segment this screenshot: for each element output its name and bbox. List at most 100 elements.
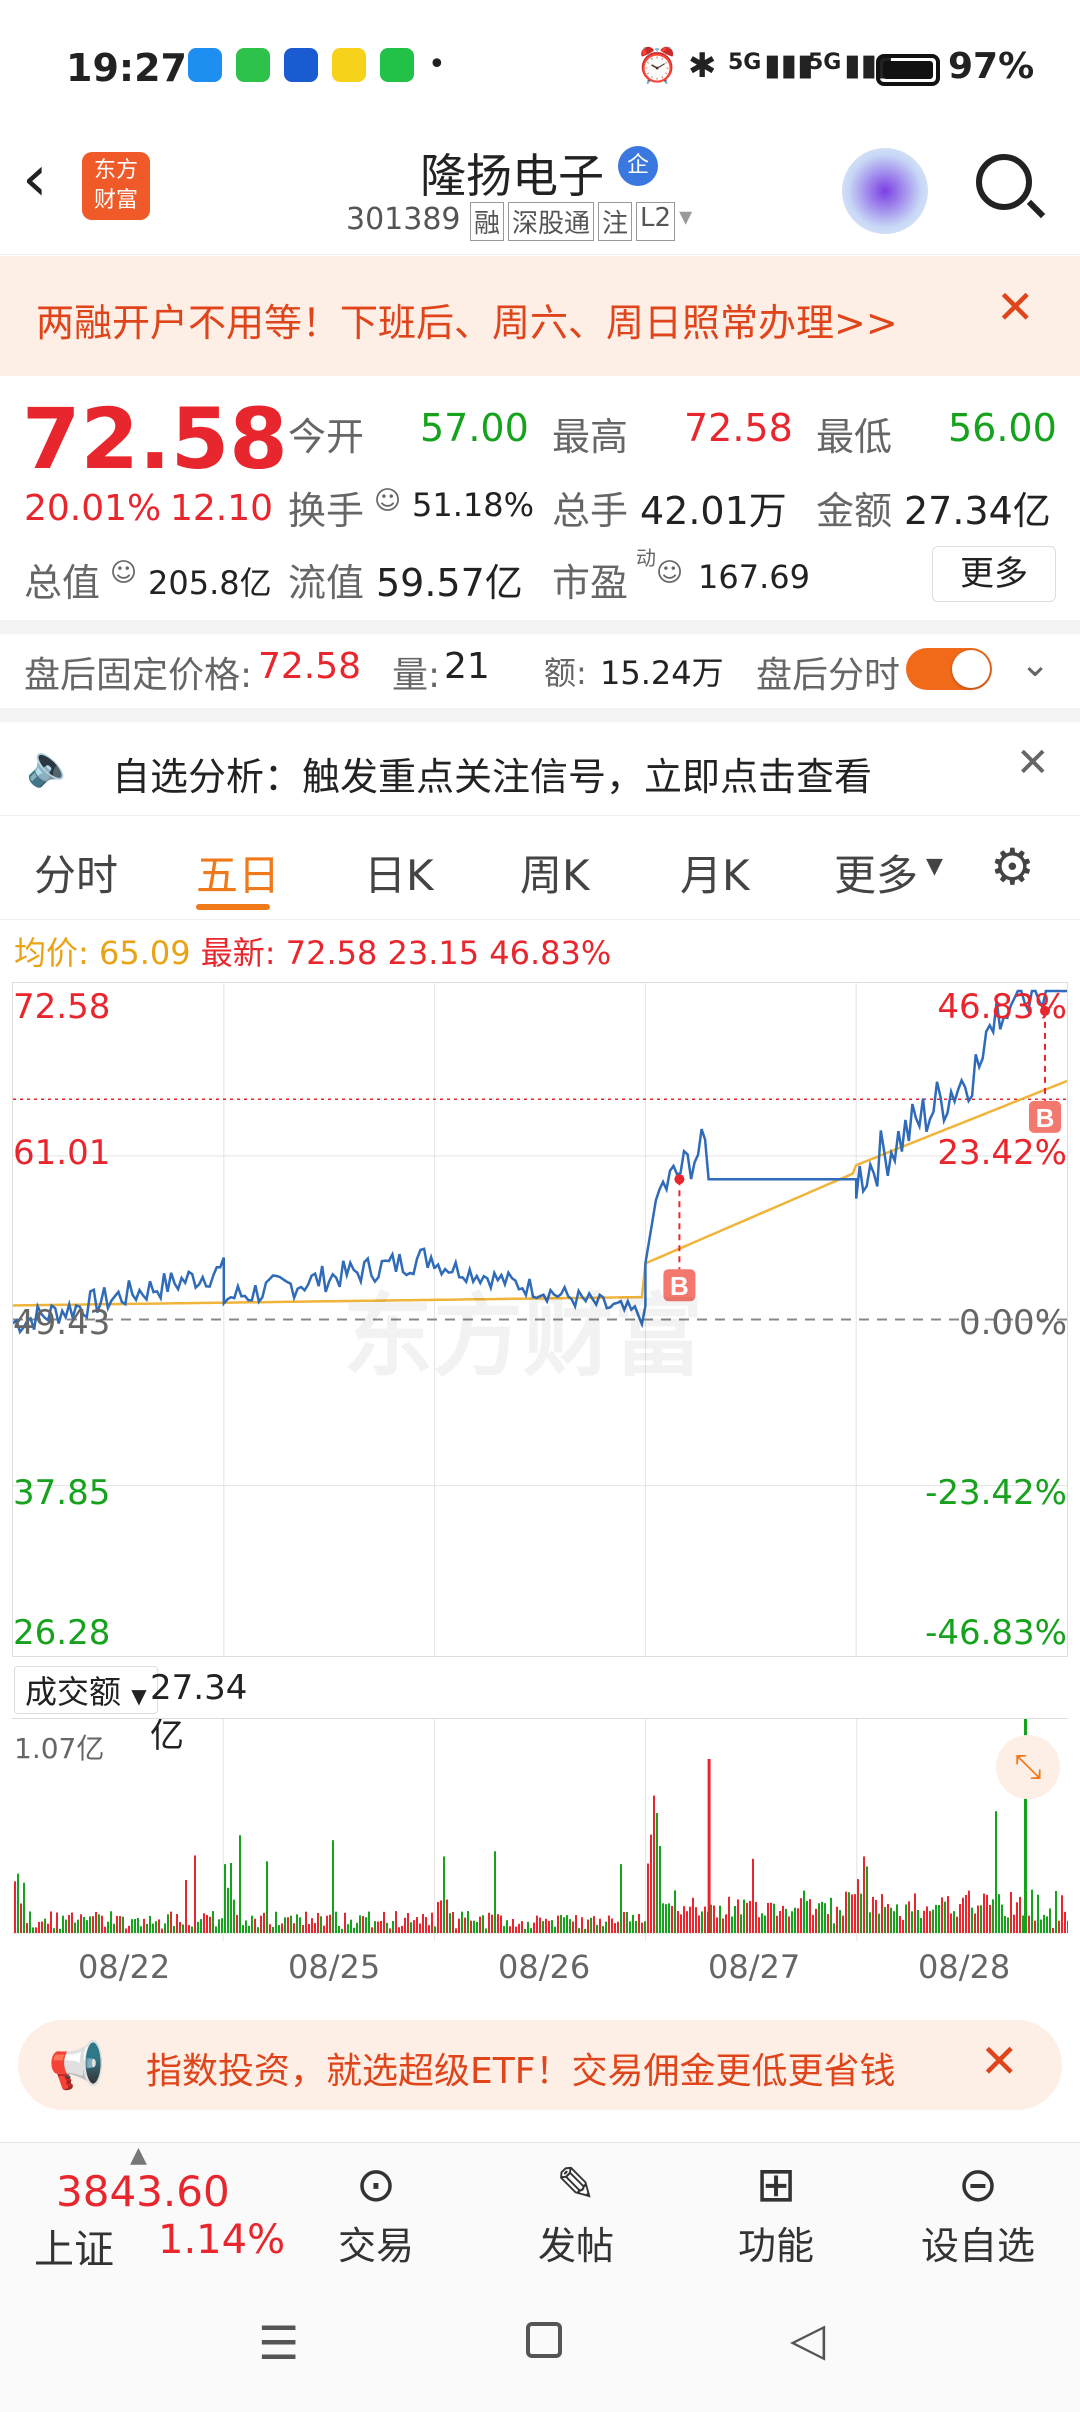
volume-bar <box>824 1903 826 1933</box>
close-icon[interactable]: ✕ <box>980 2034 1019 2088</box>
volume-bar <box>752 1858 754 1933</box>
volume-bar <box>566 1915 568 1933</box>
volume-bar <box>1013 1914 1015 1933</box>
y-right-label: -23.42% <box>925 1473 1067 1513</box>
info-icon[interactable]: ☺ <box>374 486 401 516</box>
volume-bar <box>578 1928 580 1933</box>
app-icon-4 <box>332 48 366 82</box>
robot-avatar-icon[interactable] <box>842 148 928 234</box>
volume-bar <box>908 1901 910 1933</box>
volume-bar <box>155 1921 157 1933</box>
after-chart-toggle[interactable] <box>906 648 992 690</box>
volume-bar <box>425 1917 427 1933</box>
change-value: 12.10 <box>170 488 274 529</box>
volume-bar <box>113 1923 115 1933</box>
tab-intraday[interactable]: 分时 <box>34 842 118 903</box>
high-value: 72.58 <box>684 406 793 450</box>
amount-label: 金额 <box>816 489 893 533</box>
volume-bar <box>179 1921 181 1933</box>
logo-icon[interactable]: 东方 财富 <box>82 152 150 220</box>
volume-bar <box>503 1926 505 1933</box>
tab-monthly-k[interactable]: 月K <box>680 842 750 903</box>
menu-icon[interactable]: ☰ <box>258 2316 299 2370</box>
tab-daily-k[interactable]: 日K <box>364 842 434 903</box>
volume-bar <box>245 1920 247 1933</box>
volume-bar <box>638 1914 640 1933</box>
promo-text: 指数投资，就选超级ETF！交易佣金更低更省钱 <box>146 2051 896 2092</box>
search-icon[interactable] <box>976 154 1032 210</box>
volume-bar <box>737 1899 739 1933</box>
expand-icon[interactable]: ⤡ <box>996 1735 1060 1799</box>
back-icon[interactable]: ‹ <box>22 142 48 216</box>
volume-select[interactable]: 成交额 ▼ <box>14 1666 158 1714</box>
info-icon[interactable]: ☺ <box>110 558 137 588</box>
tab-five-day[interactable]: 五日 <box>196 842 280 903</box>
volume-bar <box>788 1916 790 1933</box>
analysis-notice[interactable]: 🔈 自选分析：触发重点关注信号，立即点击查看 ✕ <box>0 722 1080 816</box>
volume-bar <box>575 1915 577 1933</box>
signal-1-label: 5G <box>728 50 762 75</box>
volume-bar <box>326 1915 328 1933</box>
functions-button[interactable]: ⊞ 功能 <box>696 2155 856 2270</box>
more-button[interactable]: 更多 <box>932 546 1056 602</box>
index-name[interactable]: 上证 <box>34 2217 114 2275</box>
close-icon[interactable]: ✕ <box>1016 740 1050 786</box>
home-icon[interactable] <box>526 2322 562 2358</box>
volume-bar <box>377 1921 379 1933</box>
volume-bar <box>263 1912 265 1933</box>
volume-bar <box>284 1917 286 1933</box>
volume-bar <box>476 1921 478 1933</box>
volume-chart[interactable]: 1.07亿 ⤡ <box>12 1718 1068 1941</box>
volume-bar <box>128 1925 130 1933</box>
back-triangle-icon[interactable]: ◁ <box>790 2312 825 2366</box>
gear-icon[interactable]: ⚙ <box>990 838 1035 896</box>
buy-marker-dot <box>674 1174 685 1185</box>
volume-bar <box>224 1864 226 1933</box>
volume-bar <box>119 1916 121 1933</box>
bottom-toolbar: ▲ 3843.60 上证 1.14% ⊙ 交易 ✎ 发帖 ⊞ 功能 ⊝ 设自选 <box>0 2142 1080 2282</box>
volume-bar <box>782 1905 784 1933</box>
add-watchlist-button[interactable]: ⊝ 设自选 <box>898 2155 1058 2270</box>
y-right-label: 23.42% <box>937 1133 1067 1173</box>
volume-bar <box>461 1911 463 1933</box>
tab-weekly-k[interactable]: 周K <box>520 842 590 903</box>
index-pct[interactable]: 1.14% <box>158 2217 285 2263</box>
volume-bar <box>758 1917 760 1933</box>
volume-bar <box>443 1856 445 1933</box>
close-icon[interactable]: ✕ <box>996 280 1035 334</box>
volume-bar <box>221 1918 223 1933</box>
notice-text: 自选分析：触发重点关注信号，立即点击查看 <box>112 755 873 799</box>
volume-bar <box>590 1917 592 1933</box>
dropdown-icon[interactable]: ▾ <box>679 202 692 241</box>
avg-price-value: 65.09 <box>98 934 191 972</box>
date-label: 08/26 <box>498 1948 591 1986</box>
trade-button[interactable]: ⊙ 交易 <box>296 2155 456 2270</box>
five-day-price-chart[interactable]: BB 72.58 61.01 49.43 37.85 26.28 46.83% … <box>12 982 1068 1657</box>
turnover-label: 换手 <box>288 489 365 533</box>
volume-bar <box>650 1834 652 1933</box>
margin-banner[interactable]: 两融开户不用等！下班后、周六、周日照常办理>> ✕ <box>0 256 1080 376</box>
tab-more[interactable]: 更多 <box>834 842 918 903</box>
volume-bar <box>41 1921 43 1933</box>
volume-bar <box>176 1913 178 1933</box>
volume-bar <box>944 1901 946 1933</box>
volume-bar <box>623 1912 625 1933</box>
volume-bar <box>989 1904 991 1933</box>
etf-promo[interactable]: 📢 指数投资，就选超级ETF！交易佣金更低更省钱 ✕ <box>18 2020 1062 2110</box>
info-icon[interactable]: ☺ <box>656 558 683 588</box>
volume-bar <box>470 1920 472 1933</box>
volume-bar <box>134 1918 136 1933</box>
volume-bar <box>44 1918 46 1933</box>
chevron-down-icon[interactable]: ⌄ <box>1020 644 1050 685</box>
volume-bar <box>482 1915 484 1933</box>
index-value[interactable]: 3843.60 <box>56 2167 230 2216</box>
stock-header: ‹ 东方 财富 隆扬电子 企 301389 融 深股通 注 L2 ▾ <box>0 140 1080 255</box>
volume-bar <box>683 1906 685 1933</box>
volume-bar <box>965 1895 967 1933</box>
volume-bar <box>890 1907 892 1933</box>
volume-bar <box>365 1917 367 1933</box>
volume-bar <box>77 1919 79 1933</box>
volume-bar <box>59 1928 61 1933</box>
volume-bar <box>701 1911 703 1933</box>
post-button[interactable]: ✎ 发帖 <box>496 2155 656 2270</box>
